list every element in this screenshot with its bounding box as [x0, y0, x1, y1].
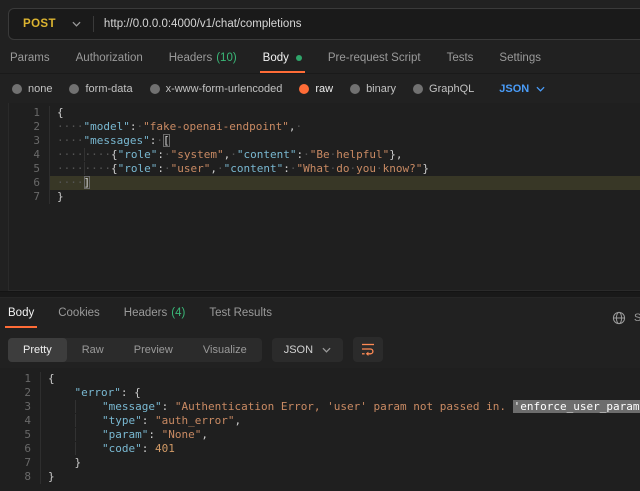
line-number: 8: [0, 470, 41, 484]
response-tab-test-results[interactable]: Test Results: [209, 307, 272, 328]
radio-icon: [12, 84, 22, 94]
body-type-radio-form-data[interactable]: form-data: [69, 83, 132, 95]
radio-label: binary: [366, 83, 396, 95]
code-line: 1{: [0, 372, 640, 386]
raw-language-dropdown[interactable]: JSON: [499, 83, 545, 95]
body-type-radio-binary[interactable]: binary: [350, 83, 396, 95]
response-view-visualize[interactable]: Visualize: [188, 338, 262, 362]
request-tab-pre-request-script[interactable]: Pre-request Script: [328, 52, 421, 73]
method-label: POST: [23, 18, 56, 30]
response-tab-headers[interactable]: Headers(4): [124, 307, 186, 328]
code-line: 3 "message": "Authentication Error, 'use…: [0, 400, 640, 414]
response-view-toolbar: PrettyRawPreviewVisualize JSON: [8, 337, 632, 362]
response-language-label: JSON: [284, 344, 313, 356]
line-number: 5: [0, 428, 41, 442]
code-line: 6 "code": 401: [0, 442, 640, 456]
body-type-selector: none form-data x-www-form-urlencoded raw bin…: [0, 74, 640, 103]
line-number: 3: [9, 134, 50, 148]
wrap-text-icon: [361, 342, 375, 357]
method-dropdown[interactable]: POST: [9, 9, 93, 39]
clipped-status-text: S: [634, 312, 640, 324]
line-number: 7: [0, 456, 41, 470]
response-tabs: Body Cookies Headers(4) Test Results S: [0, 298, 640, 328]
line-number: 4: [9, 148, 50, 162]
line-number: 1: [9, 106, 50, 120]
body-type-radio-none[interactable]: none: [12, 83, 52, 95]
response-language-dropdown[interactable]: JSON: [272, 338, 343, 362]
request-tab-settings[interactable]: Settings: [499, 52, 541, 73]
request-tab-headers[interactable]: Headers(10): [169, 52, 237, 73]
response-tab-cookies[interactable]: Cookies: [58, 307, 100, 328]
response-view-raw[interactable]: Raw: [67, 338, 119, 362]
body-type-radios: none form-data x-www-form-urlencoded raw bin…: [12, 83, 474, 95]
request-tab-body[interactable]: Body: [263, 52, 302, 73]
line-number: 2: [9, 120, 50, 134]
code-line: 7}: [9, 190, 640, 204]
response-view-pretty[interactable]: Pretty: [8, 338, 67, 362]
radio-icon: [350, 84, 360, 94]
response-body-editor[interactable]: 1{2 "error": {3 "message": "Authenticati…: [0, 368, 640, 491]
request-url-bar: POST: [8, 8, 640, 40]
line-number: 6: [9, 176, 50, 190]
code-line: 1{: [9, 106, 640, 120]
code-line: 5········{"role":·"user",·"content":·"Wh…: [9, 162, 640, 176]
line-number: 5: [9, 162, 50, 176]
radio-label: x-www-form-urlencoded: [166, 83, 283, 95]
response-tab-body[interactable]: Body: [8, 307, 34, 328]
code-line: 4········{"role":·"system",·"content":·"…: [9, 148, 640, 162]
code-line: 8}: [0, 470, 640, 484]
globe-icon[interactable]: [612, 311, 626, 325]
body-type-radio-graphql[interactable]: GraphQL: [413, 83, 474, 95]
radio-label: GraphQL: [429, 83, 474, 95]
url-input[interactable]: [94, 18, 640, 30]
response-meta: S: [612, 311, 640, 325]
response-view-preview[interactable]: Preview: [119, 338, 188, 362]
chevron-down-icon: [72, 21, 81, 27]
wrap-text-button[interactable]: [353, 337, 383, 362]
code-line: 2····"model":·"fake-openai-endpoint",·: [9, 120, 640, 134]
body-type-radio-raw[interactable]: raw: [299, 83, 333, 95]
unsaved-dot-icon: [296, 55, 302, 61]
code-line: 6····]: [9, 176, 640, 190]
code-line: 7 }: [0, 456, 640, 470]
request-body-editor[interactable]: 1{2····"model":·"fake-openai-endpoint",·…: [8, 103, 640, 291]
request-tab-authorization[interactable]: Authorization: [76, 52, 143, 73]
line-number: 7: [9, 190, 50, 204]
body-type-radio-x-www-form-urlencoded[interactable]: x-www-form-urlencoded: [150, 83, 283, 95]
line-number: 2: [0, 386, 41, 400]
response-tab-list: Body Cookies Headers(4) Test Results: [8, 307, 272, 328]
line-number: 3: [0, 400, 41, 414]
line-number: 1: [0, 372, 41, 386]
radio-icon: [150, 84, 160, 94]
line-number: 4: [0, 414, 41, 428]
raw-language-label: JSON: [499, 83, 529, 95]
pane-resize-divider[interactable]: [0, 291, 640, 298]
code-line: 3····"messages":·[: [9, 134, 640, 148]
chevron-down-icon: [322, 347, 331, 353]
code-line: 4 "type": "auth_error",: [0, 414, 640, 428]
radio-selected-icon: [299, 84, 309, 94]
response-view-segmented-control: PrettyRawPreviewVisualize: [8, 338, 262, 362]
radio-icon: [413, 84, 423, 94]
request-tabs: Params Authorization Headers(10) Body Pre-re…: [0, 40, 640, 74]
code-line: 5 "param": "None",: [0, 428, 640, 442]
radio-label: form-data: [85, 83, 132, 95]
code-line: 2 "error": {: [0, 386, 640, 400]
request-tab-tests[interactable]: Tests: [447, 52, 474, 73]
radio-icon: [69, 84, 79, 94]
chevron-down-icon: [536, 86, 545, 92]
line-number: 6: [0, 442, 41, 456]
request-tab-params[interactable]: Params: [10, 52, 50, 73]
radio-label: raw: [315, 83, 333, 95]
radio-label: none: [28, 83, 52, 95]
